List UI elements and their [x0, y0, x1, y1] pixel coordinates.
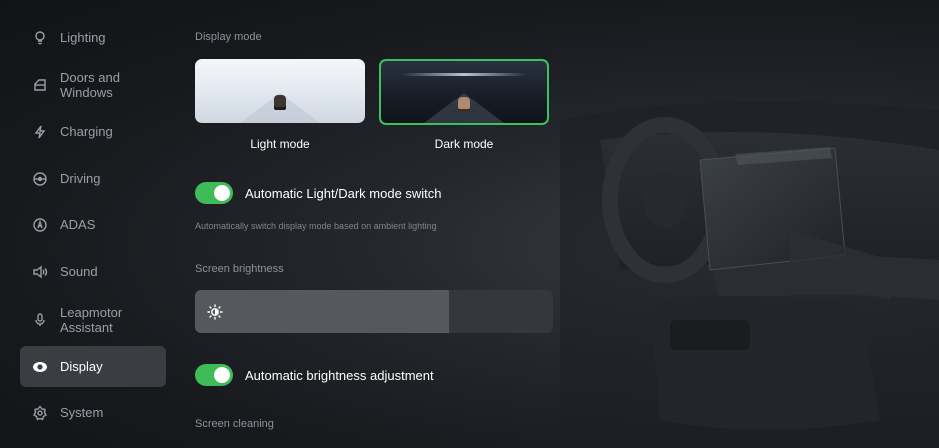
display-mode-heading: Display mode: [195, 31, 262, 43]
auto-mode-switch-toggle[interactable]: [195, 182, 233, 204]
sidebar-item-label: Doors and Windows: [60, 70, 120, 100]
car-interior-illustration: [560, 102, 939, 448]
settings-screen: Lighting Doors and Windows Charging Driv…: [0, 0, 939, 448]
sidebar-item-display[interactable]: Display: [20, 346, 166, 387]
adas-icon: [32, 217, 48, 233]
car-graphic: [274, 95, 286, 107]
dark-mode-label: Dark mode: [434, 137, 494, 151]
toggle-knob: [214, 367, 230, 383]
car-graphic: [458, 97, 470, 109]
sidebar-item-label: ADAS: [60, 217, 96, 232]
horizon-glow: [401, 73, 527, 76]
sidebar-item-system[interactable]: System: [20, 392, 166, 433]
sidebar-item-label: Lighting: [60, 30, 106, 45]
sidebar-item-label: System: [60, 405, 104, 420]
speaker-icon: [32, 264, 48, 280]
auto-brightness-label: Automatic brightness adjustment: [245, 368, 434, 383]
bulb-icon: [32, 30, 48, 46]
sidebar-item-charging[interactable]: Charging: [20, 111, 166, 152]
sidebar-item-doors-windows[interactable]: Doors and Windows: [20, 62, 166, 108]
display-settings-panel: Display mode Light mode Dark mode Automa…: [176, 0, 576, 448]
dark-mode-card[interactable]: [379, 59, 549, 125]
auto-mode-switch-label: Automatic Light/Dark mode switch: [245, 186, 442, 201]
eye-icon: [32, 359, 48, 375]
sidebar-item-sound[interactable]: Sound: [20, 251, 166, 292]
sidebar-item-label: Charging: [60, 124, 113, 139]
system-gear-icon: [32, 404, 48, 421]
toggle-knob: [214, 185, 230, 201]
sidebar-item-leapmotor-assistant[interactable]: Leapmotor Assistant: [20, 297, 166, 343]
sidebar-item-adas[interactable]: ADAS: [20, 204, 166, 245]
auto-mode-hint: Automatically switch display mode based …: [195, 221, 437, 231]
sidebar-item-driving[interactable]: Driving: [20, 158, 166, 199]
light-mode-label: Light mode: [250, 137, 310, 151]
brightness-slider[interactable]: [195, 290, 553, 333]
screen-cleaning-heading: Screen cleaning: [195, 418, 274, 430]
sidebar-item-label: Sound: [60, 264, 98, 279]
auto-brightness-toggle[interactable]: [195, 364, 233, 386]
sidebar-item-label: Leapmotor Assistant: [60, 305, 123, 335]
charging-bolt-icon: [32, 124, 48, 140]
door-icon: [32, 77, 48, 93]
sidebar-item-label: Driving: [60, 171, 101, 186]
sidebar-item-label: Display: [60, 359, 103, 374]
sidebar-nav: Lighting Doors and Windows Charging Driv…: [0, 0, 176, 448]
brightness-icon: [207, 304, 223, 320]
steering-wheel-icon: [32, 171, 48, 187]
light-mode-card[interactable]: [195, 59, 365, 123]
microphone-icon: [32, 312, 48, 328]
brightness-slider-fill: [195, 290, 450, 333]
sidebar-item-lighting[interactable]: Lighting: [20, 17, 166, 58]
brightness-heading: Screen brightness: [195, 263, 284, 275]
